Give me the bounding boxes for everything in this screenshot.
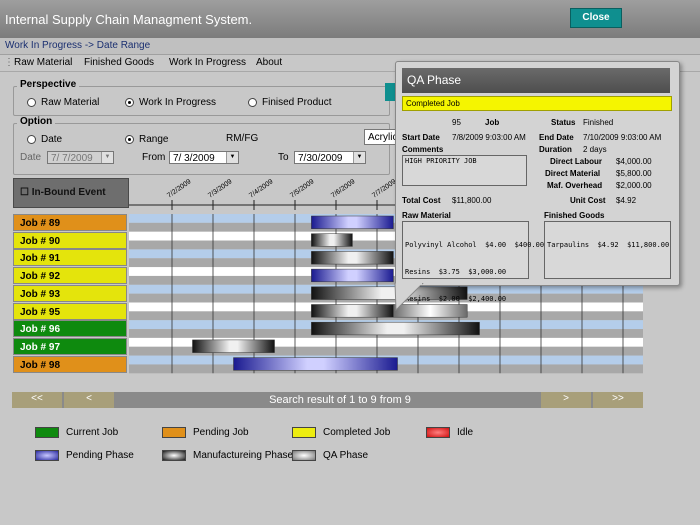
next-page-button[interactable]: > bbox=[541, 392, 591, 408]
start-date-value: 7/8/2009 9:03:00 AM bbox=[452, 133, 526, 142]
legend-pending-phase: Pending Phase bbox=[35, 450, 134, 461]
search-result-text: Search result of 1 to 9 from 9 bbox=[269, 394, 411, 406]
legend-label: Pending Job bbox=[193, 427, 249, 438]
job-row-label[interactable]: Job # 98 bbox=[13, 355, 127, 373]
qa-phase-popup: QA Phase Completed Job Job 95 Status Fin… bbox=[395, 61, 680, 303]
inbound-event-header: ☐ In-Bound Event bbox=[13, 178, 129, 208]
finished-goods-key: Finished Goods bbox=[544, 211, 605, 220]
legend-swatch bbox=[162, 427, 186, 438]
start-date-key: Start Date bbox=[402, 133, 440, 142]
job-row-label[interactable]: Job # 89 bbox=[13, 214, 127, 231]
pager-bar: << < Search result of 1 to 9 from 9 > >> bbox=[12, 392, 643, 408]
unit-cost-value: $4.92 bbox=[616, 196, 637, 205]
phase-bar bbox=[311, 215, 394, 229]
comments-key: Comments bbox=[402, 145, 444, 154]
legend-swatch bbox=[35, 427, 59, 438]
unit-cost-key: Unit Cost bbox=[570, 196, 606, 205]
legend-label: Completed Job bbox=[323, 427, 391, 438]
qa-status-bar: Completed Job bbox=[402, 96, 672, 111]
maf-overhead-value: $2,000.00 bbox=[616, 181, 652, 190]
legend-completed-job: Completed Job bbox=[292, 427, 390, 438]
legend-manufacturing-phase: Manufactureing Phase bbox=[162, 450, 293, 461]
direct-labour-key: Direct Labour bbox=[550, 157, 603, 166]
job-row-label[interactable]: Job # 91 bbox=[13, 249, 127, 267]
duration-value: 2 days bbox=[583, 145, 607, 154]
legend-swatch bbox=[292, 450, 316, 461]
legend-current-job: Current Job bbox=[35, 427, 118, 438]
job-row-label[interactable]: Job # 92 bbox=[13, 267, 127, 285]
legend-swatch bbox=[292, 427, 316, 438]
legend-label: Pending Phase bbox=[66, 450, 134, 461]
legend-label: Idle bbox=[457, 427, 474, 438]
legend-swatch bbox=[426, 427, 450, 438]
raw-material-line: Resins $3.75 $3,000.00 bbox=[405, 268, 507, 276]
direct-labour-value: $4,000.00 bbox=[616, 157, 652, 166]
legend-swatch bbox=[162, 450, 186, 461]
direct-material-value: $5,800.00 bbox=[616, 169, 652, 178]
phase-bar bbox=[311, 304, 394, 318]
total-cost-key: Total Cost bbox=[402, 196, 441, 205]
legend-pending-job: Pending Job bbox=[162, 427, 249, 438]
legend-qa-phase: QA Phase bbox=[292, 450, 368, 461]
last-page-button[interactable]: >> bbox=[593, 392, 643, 408]
phase-bar bbox=[311, 268, 394, 283]
direct-material-key: Direct Material bbox=[545, 169, 601, 178]
raw-material-box: Polyvinyl Alcohol $4.00 $400.00 Resins $… bbox=[402, 221, 545, 303]
status-key: Status bbox=[551, 118, 576, 127]
total-cost-value: $11,800.00 bbox=[452, 196, 492, 205]
phase-bar bbox=[311, 321, 480, 336]
status-value: Finished bbox=[583, 118, 614, 127]
prev-page-button[interactable]: < bbox=[64, 392, 114, 408]
legend-label: Current Job bbox=[66, 427, 119, 438]
checkbox-icon[interactable]: ☐ bbox=[20, 187, 29, 198]
legend-swatch bbox=[35, 450, 59, 461]
job-row-label[interactable]: Job # 95 bbox=[13, 302, 127, 320]
inbound-label: In-Bound Event bbox=[31, 187, 106, 198]
job-value: 95 bbox=[452, 118, 461, 127]
duration-key: Duration bbox=[539, 145, 572, 154]
phase-bar bbox=[311, 251, 394, 265]
finished-goods-line: Tarpaulins $4.92 $11,800.00 bbox=[547, 241, 670, 249]
qa-popup-title: QA Phase bbox=[402, 68, 670, 93]
popup-pointer bbox=[394, 283, 424, 312]
phase-bar bbox=[192, 339, 275, 353]
raw-material-line: Polyvinyl Alcohol $4.00 $400.00 bbox=[405, 241, 545, 249]
phase-bar bbox=[311, 233, 353, 247]
raw-material-key: Raw Material bbox=[402, 211, 451, 220]
phase-bar bbox=[233, 357, 398, 371]
job-key: Job bbox=[485, 118, 500, 127]
job-row-label[interactable]: Job # 90 bbox=[13, 231, 127, 249]
end-date-value: 7/10/2009 9:03:00 AM bbox=[583, 133, 662, 142]
finished-goods-box: Tarpaulins $4.92 $11,800.00 bbox=[544, 221, 671, 279]
maf-overhead-key: Maf. Overhead bbox=[547, 181, 603, 190]
legend-idle: Idle bbox=[426, 427, 473, 438]
end-date-key: End Date bbox=[539, 133, 574, 142]
legend-label: Manufactureing Phase bbox=[193, 450, 294, 461]
first-page-button[interactable]: << bbox=[12, 392, 62, 408]
job-row-label[interactable]: Job # 96 bbox=[13, 320, 127, 338]
comments-box: HIGH PRIORITY JOB bbox=[402, 155, 527, 186]
job-row-label[interactable]: Job # 97 bbox=[13, 337, 127, 355]
job-row-label[interactable]: Job # 93 bbox=[13, 284, 127, 302]
legend-label: QA Phase bbox=[323, 450, 369, 461]
